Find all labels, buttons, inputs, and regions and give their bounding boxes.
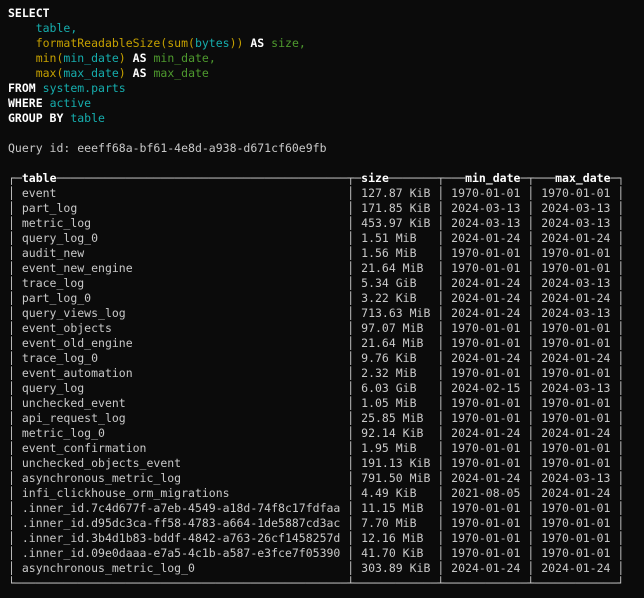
result-table: ┌─table─────────────────────────────────… [8,171,644,591]
table-row: │ .inner_id.3b4d1b83-bddf-4842-a763-26cf… [8,531,644,546]
table-row: │ event_objects │ 97.07 MiB │ 1970-01-01… [8,321,644,336]
table-row: │ asynchronous_metric_log │ 791.50 MiB │… [8,471,644,486]
table-row: │ event_new_engine │ 21.64 MiB │ 1970-01… [8,261,644,276]
table-row: │ trace_log │ 5.34 GiB │ 2024-01-24 │ 20… [8,276,644,291]
sql-line: min(min_date) AS min_date, [8,51,644,66]
sql-line: formatReadableSize(sum(bytes)) AS size, [8,36,644,51]
table-row: │ part_log_0 │ 3.22 KiB │ 2024-01-24 │ 2… [8,291,644,306]
table-row: │ unchecked_objects_event │ 191.13 KiB │… [8,456,644,471]
sql-line: WHERE active [8,96,644,111]
query-id-label: Query id: [8,141,77,155]
table-row: │ part_log │ 171.85 KiB │ 2024-03-13 │ 2… [8,201,644,216]
table-row: │ metric_log_0 │ 92.14 KiB │ 2024-01-24 … [8,426,644,441]
table-row: │ api_request_log │ 25.85 MiB │ 1970-01-… [8,411,644,426]
sql-line: max(max_date) AS max_date [8,66,644,81]
table-row: │ .inner_id.d95dc3ca-ff58-4783-a664-1de5… [8,516,644,531]
table-row: │ asynchronous_metric_log_0 │ 303.89 KiB… [8,561,644,576]
sql-query: SELECT table, formatReadableSize(sum(byt… [8,6,644,126]
terminal-window: { "colors": { "background": "#0b0b0b", "… [0,0,644,598]
query-id-line: Query id: eeeff68a-bf61-4e8d-a938-d671cf… [8,141,644,156]
table-row: │ event_old_engine │ 21.64 MiB │ 1970-01… [8,336,644,351]
table-bottom-border: └───────────────────────────────────────… [8,576,644,591]
blank-line [8,126,644,141]
table-row: │ .inner_id.09e0daaa-e7a5-4c1b-a587-e3fc… [8,546,644,561]
blank-line [8,156,644,171]
table-row: │ query_log │ 6.03 GiB │ 2024-02-15 │ 20… [8,381,644,396]
table-row: │ unchecked_event │ 1.05 MiB │ 1970-01-0… [8,396,644,411]
sql-line: table, [8,21,644,36]
table-row: │ metric_log │ 453.97 KiB │ 2024-03-13 │… [8,216,644,231]
table-row: │ infi_clickhouse_orm_migrations │ 4.49 … [8,486,644,501]
table-row: │ trace_log_0 │ 9.76 KiB │ 2024-01-24 │ … [8,351,644,366]
query-id-value: eeeff68a-bf61-4e8d-a938-d671cf60e9fb [77,141,326,155]
table-row: │ event_confirmation │ 1.95 MiB │ 1970-0… [8,441,644,456]
table-row: │ query_log_0 │ 1.51 MiB │ 2024-01-24 │ … [8,231,644,246]
table-row: │ event_automation │ 2.32 MiB │ 1970-01-… [8,366,644,381]
sql-line: FROM system.parts [8,81,644,96]
table-row: │ event │ 127.87 KiB │ 1970-01-01 │ 1970… [8,186,644,201]
table-header-row: ┌─table─────────────────────────────────… [8,171,644,186]
table-row: │ .inner_id.7c4d677f-a7eb-4549-a18d-74f8… [8,501,644,516]
table-row: │ audit_new │ 1.56 MiB │ 1970-01-01 │ 19… [8,246,644,261]
sql-line: GROUP BY table [8,111,644,126]
table-row: │ query_views_log │ 713.63 MiB │ 2024-01… [8,306,644,321]
sql-line: SELECT [8,6,644,21]
